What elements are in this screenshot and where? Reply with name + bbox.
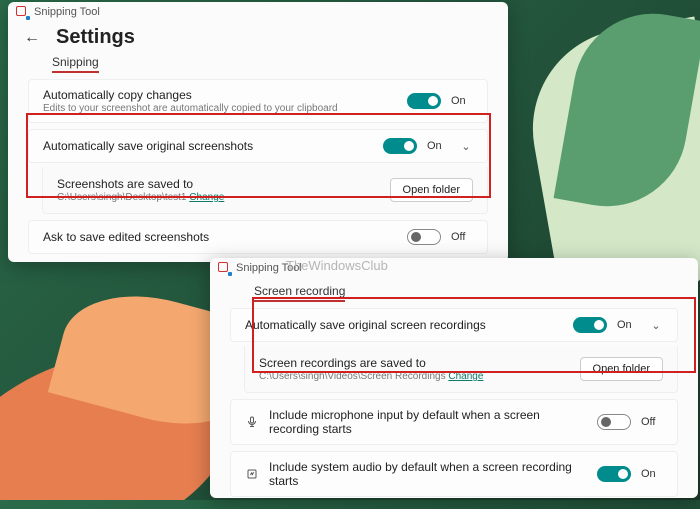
snipping-tool-window-1: Snipping Tool ← Settings Snipping Automa… bbox=[8, 2, 508, 262]
setting-title: Automatically save original screenshots bbox=[43, 139, 373, 153]
app-title: Snipping Tool bbox=[236, 262, 302, 274]
chevron-up-icon[interactable]: ⌄ bbox=[459, 140, 473, 153]
titlebar: Snipping Tool bbox=[8, 2, 508, 22]
settings-header: ← Settings bbox=[8, 22, 508, 49]
setting-auto-copy: Automatically copy changes Edits to your… bbox=[28, 79, 488, 123]
speaker-icon bbox=[245, 467, 259, 481]
toggle-auto-save[interactable] bbox=[383, 138, 417, 154]
toggle-state: On bbox=[617, 319, 639, 331]
change-link[interactable]: Change bbox=[189, 192, 224, 203]
toggle-state: Off bbox=[451, 231, 473, 243]
open-folder-button[interactable]: Open folder bbox=[390, 178, 473, 202]
snipping-tool-icon bbox=[16, 6, 28, 18]
toggle-state: On bbox=[427, 140, 449, 152]
save-path: C:\Users\singh\Desktop\test1 Change bbox=[57, 192, 380, 203]
chevron-up-icon[interactable]: ⌄ bbox=[649, 319, 663, 332]
setting-title: Include microphone input by default when… bbox=[269, 408, 587, 436]
toggle-auto-save-recording[interactable] bbox=[573, 317, 607, 333]
save-path: C:\Users\singh\Videos\Screen Recordings … bbox=[259, 371, 570, 382]
setting-title: Automatically copy changes bbox=[43, 88, 397, 102]
toggle-audio[interactable] bbox=[597, 466, 631, 482]
setting-recording-location: Screen recordings are saved to C:\Users\… bbox=[244, 346, 678, 393]
setting-auto-save[interactable]: Automatically save original screenshots … bbox=[28, 129, 488, 163]
setting-title: Screen recordings are saved to bbox=[259, 356, 570, 370]
setting-mic-input: Include microphone input by default when… bbox=[230, 399, 678, 445]
microphone-icon bbox=[245, 415, 259, 429]
open-folder-button[interactable]: Open folder bbox=[580, 357, 663, 381]
setting-title: Include system audio by default when a s… bbox=[269, 460, 587, 488]
tab-snipping[interactable]: Snipping bbox=[52, 55, 99, 73]
app-title: Snipping Tool bbox=[34, 6, 100, 18]
back-arrow-icon[interactable]: ← bbox=[24, 29, 40, 47]
toggle-state: On bbox=[641, 468, 663, 480]
setting-subtitle: Edits to your screenshot are automatical… bbox=[43, 103, 397, 114]
snipping-tool-icon bbox=[218, 262, 230, 274]
toggle-ask-save[interactable] bbox=[407, 229, 441, 245]
setting-title: Screenshots are saved to bbox=[57, 177, 380, 191]
toggle-mic[interactable] bbox=[597, 414, 631, 430]
page-title: Settings bbox=[56, 26, 135, 49]
setting-title: Ask to save edited screenshots bbox=[43, 230, 397, 244]
setting-save-location: Screenshots are saved to C:\Users\singh\… bbox=[42, 167, 488, 214]
change-link[interactable]: Change bbox=[448, 371, 483, 382]
titlebar: Snipping Tool bbox=[210, 258, 698, 278]
snipping-tool-window-2: Snipping Tool Screen recording Automatic… bbox=[210, 258, 698, 498]
toggle-state: On bbox=[451, 95, 473, 107]
toggle-auto-copy[interactable] bbox=[407, 93, 441, 109]
tab-screen-recording[interactable]: Screen recording bbox=[254, 284, 345, 302]
setting-auto-save-recording[interactable]: Automatically save original screen recor… bbox=[230, 308, 678, 342]
setting-system-audio: Include system audio by default when a s… bbox=[230, 451, 678, 497]
toggle-state: Off bbox=[641, 416, 663, 428]
setting-title: Automatically save original screen recor… bbox=[245, 318, 563, 332]
setting-ask-save: Ask to save edited screenshots Off bbox=[28, 220, 488, 254]
